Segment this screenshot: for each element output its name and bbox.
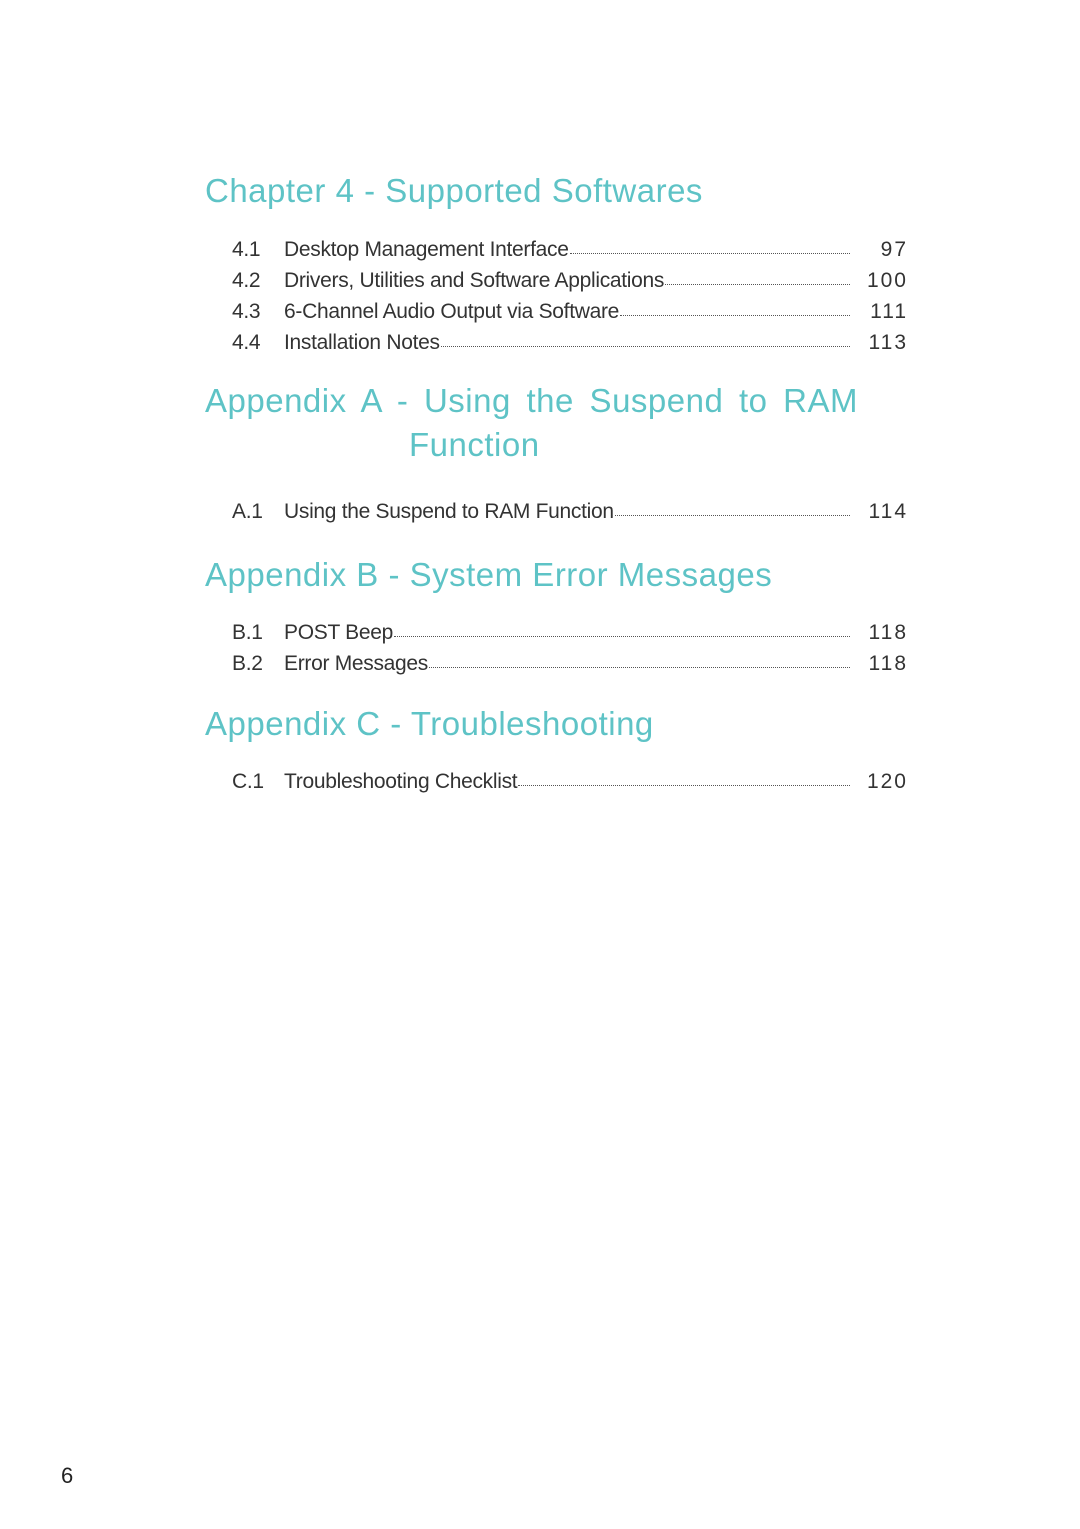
entry-number: 4.2 xyxy=(232,269,261,292)
dot-leader xyxy=(614,515,850,516)
entry-number: B.1 xyxy=(232,621,263,644)
entry-page: 118 xyxy=(868,652,908,675)
appendix-b-heading: Appendix B - System Error Messages xyxy=(205,556,773,593)
dot-leader xyxy=(393,636,850,637)
appendix-a-heading: Appendix A - Using the Suspend to RAM xyxy=(205,382,859,419)
entry-page: 111 xyxy=(870,300,908,323)
page-number: 6 xyxy=(61,1463,74,1488)
entry-page: 120 xyxy=(866,770,908,793)
entry-number: 4.4 xyxy=(232,331,261,354)
entry-page: 118 xyxy=(868,621,908,644)
entry-number: 4.1 xyxy=(232,238,261,261)
dot-leader xyxy=(518,785,850,786)
entry-number: A.1 xyxy=(232,500,263,523)
entry-page: 113 xyxy=(868,331,908,354)
entry-title: Desktop Management Interface xyxy=(284,238,569,261)
toc-entry[interactable]: B.2 Error Messages 118 xyxy=(232,652,908,682)
entry-title: Error Messages xyxy=(284,652,429,675)
entry-number: C.1 xyxy=(232,770,264,793)
appendix-c-heading: Appendix C - Troubleshooting xyxy=(205,705,654,742)
entry-number: 4.3 xyxy=(232,300,261,323)
toc-entry[interactable]: 4.2 Drivers, Utilities and Software Appl… xyxy=(232,269,908,299)
entry-title: Using the Suspend to RAM Function xyxy=(284,500,614,523)
toc-entry[interactable]: 4.3 6-Channel Audio Output via Software … xyxy=(232,300,908,330)
chapter-4-heading: Chapter 4 - Supported Softwares xyxy=(205,172,703,209)
dot-leader xyxy=(569,253,850,254)
entry-title: 6-Channel Audio Output via Software xyxy=(284,300,620,323)
dot-leader xyxy=(429,667,850,668)
entry-page: 114 xyxy=(868,500,908,523)
entry-title: POST Beep xyxy=(284,621,393,644)
toc-entry[interactable]: A.1 Using the Suspend to RAM Function 11… xyxy=(232,500,908,530)
entry-title: Installation Notes xyxy=(284,331,440,354)
entry-page: 100 xyxy=(866,269,908,292)
toc-entry[interactable]: 4.1 Desktop Management Interface 97 xyxy=(232,238,908,268)
entry-title: Drivers, Utilities and Software Applicat… xyxy=(284,269,665,292)
dot-leader xyxy=(440,346,850,347)
entry-page: 97 xyxy=(880,238,908,261)
appendix-a-heading-continued: Function xyxy=(409,426,540,463)
toc-entry[interactable]: C.1 Troubleshooting Checklist 120 xyxy=(232,770,908,800)
toc-entry[interactable]: B.1 POST Beep 118 xyxy=(232,621,908,651)
dot-leader xyxy=(665,284,850,285)
dot-leader xyxy=(620,315,850,316)
entry-title: Troubleshooting Checklist xyxy=(284,770,518,793)
entry-number: B.2 xyxy=(232,652,263,675)
toc-entry[interactable]: 4.4 Installation Notes 113 xyxy=(232,331,908,361)
